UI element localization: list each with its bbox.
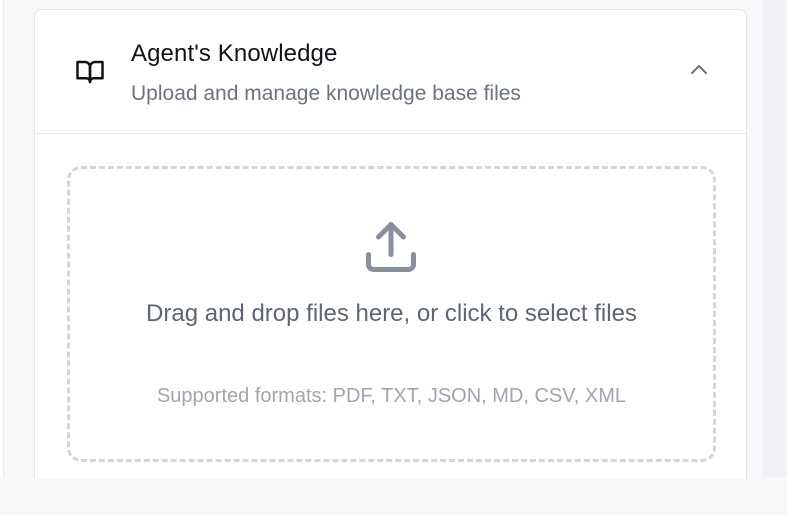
knowledge-card-header[interactable]: Agent's Knowledge Upload and manage know… [35,10,746,134]
knowledge-card: Agent's Knowledge Upload and manage know… [34,9,747,479]
upload-icon [366,222,416,272]
dropzone-instruction: Drag and drop files here, or click to se… [146,300,637,327]
chevron-up-icon[interactable] [687,58,711,82]
file-dropzone[interactable]: Drag and drop files here, or click to se… [67,166,716,462]
card-title: Agent's Knowledge [131,40,338,67]
right-panel-edge [763,0,787,477]
knowledge-card-body: Drag and drop files here, or click to se… [35,134,746,479]
left-panel-edge [0,0,4,477]
supported-formats-text: Supported formats: PDF, TXT, JSON, MD, C… [156,385,627,407]
book-open-icon [76,60,104,84]
card-subtitle: Upload and manage knowledge base files [131,82,521,105]
page-background [0,477,787,515]
